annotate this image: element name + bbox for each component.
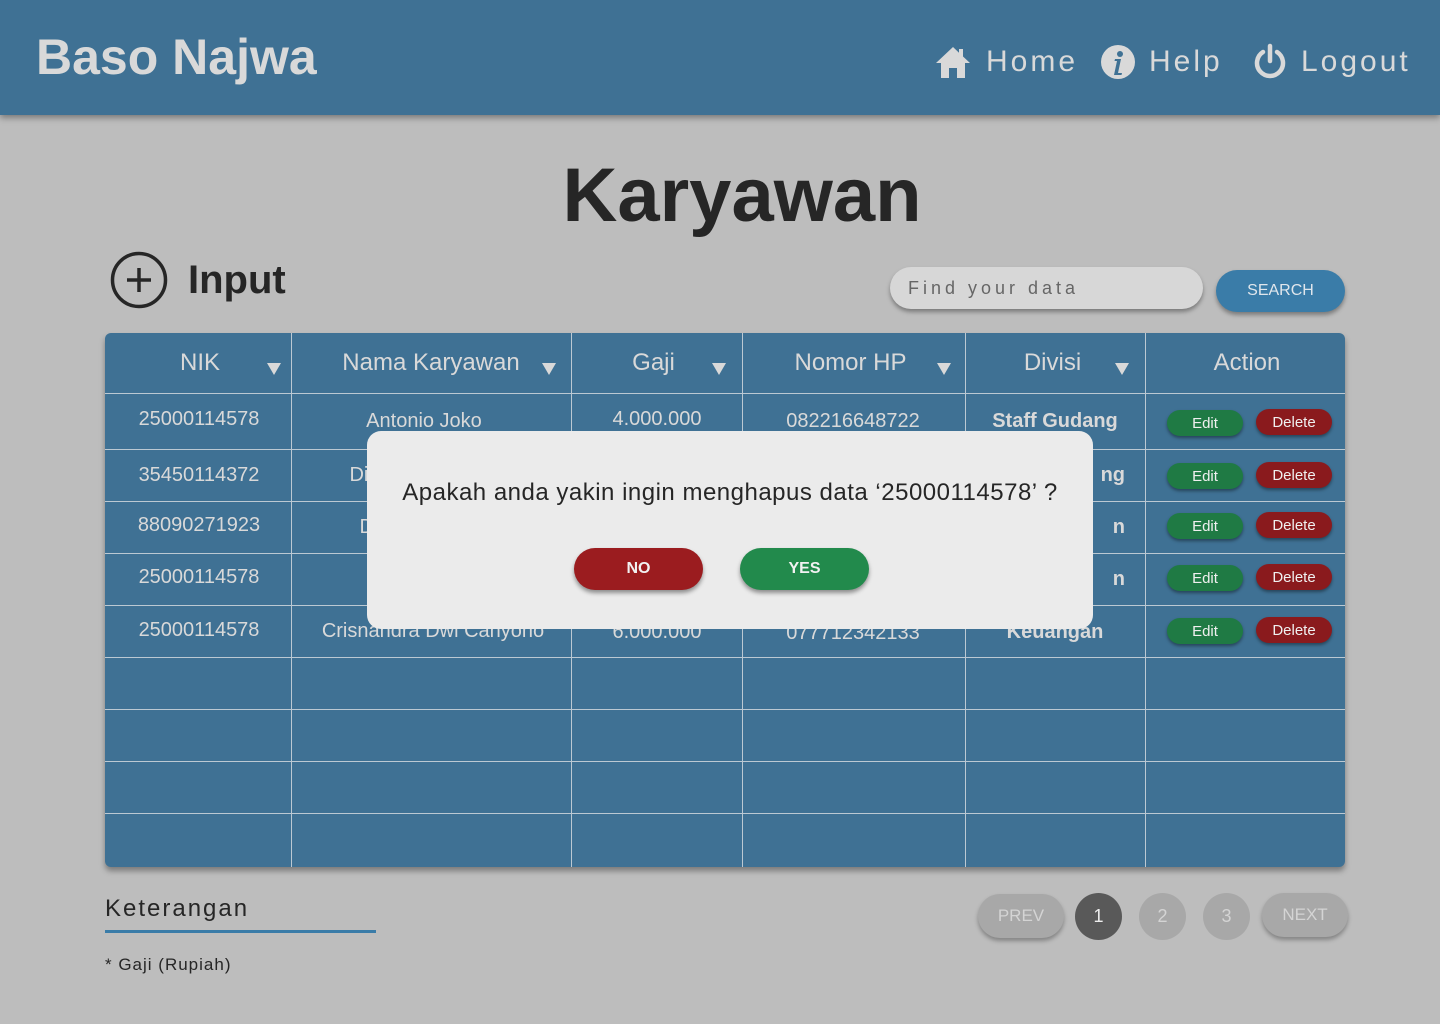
delete-confirm-message: Apakah anda yakin ingin menghapus data ‘… (402, 479, 1058, 506)
delete-button[interactable]: Delete (1256, 617, 1332, 643)
delete-confirm-dialog: Apakah anda yakin ingin menghapus data ‘… (367, 431, 1093, 629)
info-icon (1101, 45, 1135, 79)
header-nomor-hp[interactable]: Nomor HP (742, 333, 959, 393)
next-button[interactable]: NEXT (1262, 893, 1348, 937)
edit-button[interactable]: Edit (1167, 513, 1243, 539)
keterangan-underline (105, 930, 376, 933)
keterangan-title: Keterangan (105, 895, 250, 922)
page-3-button[interactable]: 3 (1203, 893, 1250, 940)
cell-nik: 35450114372 (138, 463, 260, 486)
plus-circle-icon (110, 251, 168, 309)
nav-help[interactable]: Help (1101, 40, 1223, 84)
cell-nik: 25000114578 (138, 618, 260, 641)
header-label: Divisi (1023, 349, 1082, 376)
header-divisi[interactable]: Divisi (965, 333, 1140, 393)
header-label: Nama Karyawan (342, 349, 520, 376)
sort-down-icon[interactable] (712, 363, 726, 375)
add-input-label: Input (188, 257, 286, 302)
sort-down-icon[interactable] (937, 363, 951, 375)
prev-button[interactable]: PREV (978, 894, 1064, 938)
brand-title: Baso Najwa (36, 29, 317, 85)
edit-button[interactable]: Edit (1167, 463, 1243, 489)
yes-button[interactable]: YES (740, 548, 869, 590)
top-navbar: Baso Najwa Home Help Logout (0, 0, 1440, 115)
cell-nik: 25000114578 (138, 565, 260, 588)
nav-home-label: Home (986, 45, 1079, 78)
search-input[interactable] (890, 267, 1203, 309)
edit-button[interactable]: Edit (1167, 565, 1243, 591)
add-input-button[interactable]: Input (110, 250, 286, 310)
edit-button[interactable]: Edit (1167, 618, 1243, 644)
nav-help-label: Help (1149, 45, 1223, 78)
search-button[interactable]: SEARCH (1216, 270, 1345, 312)
no-button[interactable]: NO (574, 548, 703, 590)
header-label: NIK (179, 349, 220, 376)
power-icon (1254, 43, 1286, 79)
sort-down-icon[interactable] (542, 363, 556, 375)
nav-home[interactable]: Home (934, 40, 1078, 84)
row-divider (105, 709, 1345, 710)
page-title: Karyawan (562, 153, 922, 238)
delete-button[interactable]: Delete (1256, 409, 1332, 435)
header-label: Action (1213, 349, 1281, 376)
nav-logout[interactable]: Logout (1253, 40, 1411, 84)
row-divider (105, 813, 1345, 814)
cell-nik: 25000114578 (138, 407, 260, 430)
column-divider (1145, 333, 1146, 867)
sort-down-icon[interactable] (1115, 363, 1129, 375)
home-icon (936, 47, 970, 78)
keterangan-note: * Gaji (Rupiah) (105, 955, 232, 974)
cell-nik: 88090271923 (137, 513, 261, 536)
header-nama[interactable]: Nama Karyawan (291, 333, 571, 393)
nav-logout-label: Logout (1301, 45, 1411, 78)
header-label: Gaji (632, 349, 675, 376)
delete-button[interactable]: Delete (1256, 564, 1332, 590)
delete-button[interactable]: Delete (1256, 512, 1332, 538)
sort-down-icon[interactable] (267, 363, 281, 375)
page-2-button[interactable]: 2 (1139, 893, 1186, 940)
delete-button[interactable]: Delete (1256, 462, 1332, 488)
row-divider (105, 761, 1345, 762)
header-label: Nomor HP (794, 349, 907, 376)
edit-button[interactable]: Edit (1167, 410, 1243, 436)
page-1-button[interactable]: 1 (1075, 893, 1122, 940)
header-action: Action (1145, 333, 1345, 393)
